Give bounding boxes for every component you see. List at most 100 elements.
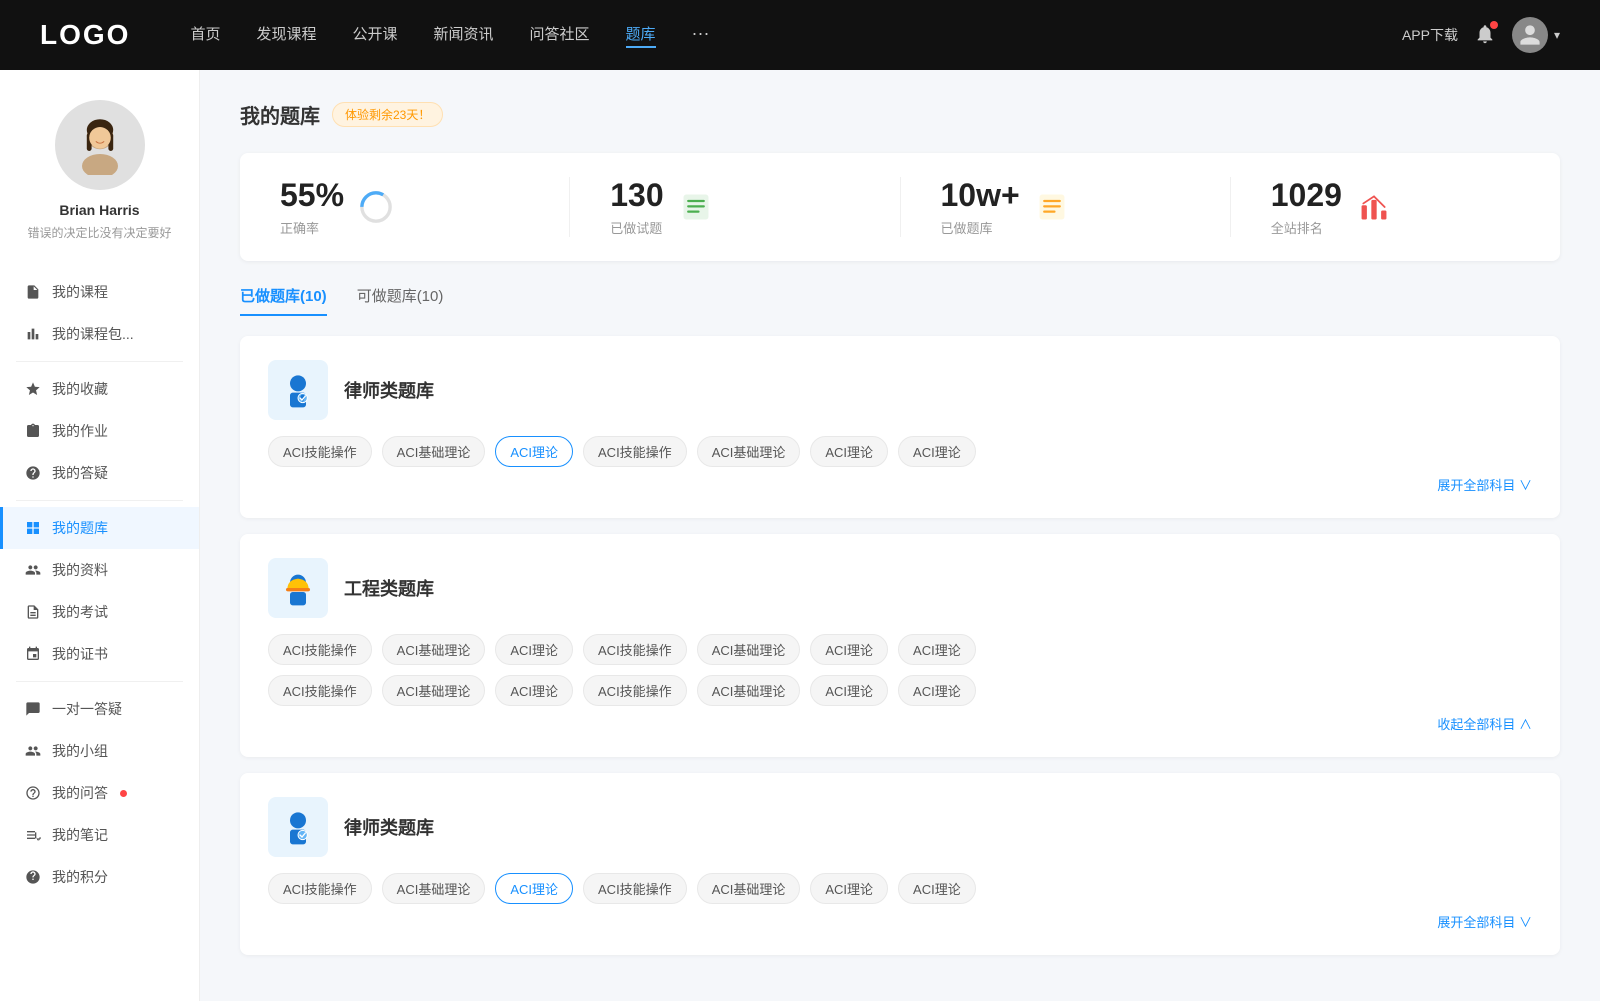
user-profile: Brian Harris 错误的决定比没有决定要好 [0, 100, 199, 261]
stat-accuracy-value: 55% [280, 177, 344, 214]
stat-banks-text: 10w+ 已做题库 [941, 177, 1020, 237]
sidebar-item-question-bank[interactable]: 我的题库 [0, 507, 199, 549]
notification-bell[interactable] [1474, 23, 1496, 48]
group-icon [24, 742, 42, 760]
sidebar-label-questions: 我的问答 [52, 783, 108, 803]
bank-card-2-collapse[interactable]: 收起全部科目 ∧ [268, 714, 1532, 733]
nav-open-course[interactable]: 公开课 [352, 23, 397, 48]
tag-2-7[interactable]: ACI技能操作 [268, 675, 372, 706]
sidebar-item-exam[interactable]: 我的考试 [0, 591, 199, 633]
sidebar-label-notes: 我的笔记 [52, 825, 108, 845]
stat-banks-value: 10w+ [941, 177, 1020, 214]
sidebar-sep-1 [16, 361, 183, 362]
bank-card-1-expand[interactable]: 展开全部科目 ∨ [268, 475, 1532, 494]
bank-card-2: 工程类题库 ACI技能操作 ACI基础理论 ACI理论 ACI技能操作 ACI基… [240, 534, 1560, 757]
tag-2-6[interactable]: ACI理论 [898, 634, 976, 665]
main-content: 我的题库 体验剩余23天！ 55% 正确率 [200, 70, 1600, 1001]
stat-rank-text: 1029 全站排名 [1271, 177, 1342, 237]
questions-notification-dot [120, 790, 127, 797]
tag-2-3[interactable]: ACI技能操作 [583, 634, 687, 665]
tag-2-0[interactable]: ACI技能操作 [268, 634, 372, 665]
sidebar: Brian Harris 错误的决定比没有决定要好 我的课程 我的课程包... [0, 70, 200, 1001]
tag-2-10[interactable]: ACI技能操作 [583, 675, 687, 706]
sidebar-label-packages: 我的课程包... [52, 324, 134, 344]
tag-3-3[interactable]: ACI技能操作 [583, 873, 687, 904]
bank-card-3-expand[interactable]: 展开全部科目 ∨ [268, 912, 1532, 931]
tag-2-1[interactable]: ACI基础理论 [382, 634, 486, 665]
sidebar-label-exam: 我的考试 [52, 602, 108, 622]
sidebar-item-one-on-one[interactable]: 一对一答疑 [0, 688, 199, 730]
page-container: Brian Harris 错误的决定比没有决定要好 我的课程 我的课程包... [0, 0, 1600, 1001]
tag-2-13[interactable]: ACI理论 [898, 675, 976, 706]
tag-3-1[interactable]: ACI基础理论 [382, 873, 486, 904]
sidebar-item-group[interactable]: 我的小组 [0, 730, 199, 772]
sidebar-label-certificate: 我的证书 [52, 644, 108, 664]
nav-qa[interactable]: 问答社区 [530, 23, 590, 48]
bank-card-1-icon [268, 360, 328, 420]
tag-2-5[interactable]: ACI理论 [810, 634, 888, 665]
tag-3-5[interactable]: ACI理论 [810, 873, 888, 904]
points-icon [24, 868, 42, 886]
tag-2-11[interactable]: ACI基础理论 [697, 675, 801, 706]
tag-3-0[interactable]: ACI技能操作 [268, 873, 372, 904]
stat-accuracy: 55% 正确率 [240, 177, 570, 237]
bank-card-3-tags: ACI技能操作 ACI基础理论 ACI理论 ACI技能操作 ACI基础理论 AC… [268, 873, 1532, 904]
tag-2-12[interactable]: ACI理论 [810, 675, 888, 706]
done-questions-icon [678, 189, 714, 225]
sidebar-label-favorites: 我的收藏 [52, 379, 108, 399]
tag-1-5[interactable]: ACI理论 [810, 436, 888, 467]
app-download-link[interactable]: APP下载 [1402, 25, 1458, 45]
sidebar-item-profile[interactable]: 我的资料 [0, 549, 199, 591]
sidebar-item-courses[interactable]: 我的课程 [0, 271, 199, 313]
sidebar-item-qa[interactable]: 我的答疑 [0, 452, 199, 494]
logo[interactable]: LOGO [40, 19, 130, 51]
user-name: Brian Harris [59, 202, 139, 218]
sidebar-item-certificate[interactable]: 我的证书 [0, 633, 199, 675]
sidebar-label-courses: 我的课程 [52, 282, 108, 302]
sidebar-item-notes[interactable]: 我的笔记 [0, 814, 199, 856]
tag-3-6[interactable]: ACI理论 [898, 873, 976, 904]
sidebar-item-points[interactable]: 我的积分 [0, 856, 199, 898]
sidebar-label-points: 我的积分 [52, 867, 108, 887]
tag-2-4[interactable]: ACI基础理论 [697, 634, 801, 665]
rank-icon [1356, 189, 1392, 225]
tag-1-3[interactable]: ACI技能操作 [583, 436, 687, 467]
bank-card-3-title: 律师类题库 [344, 814, 434, 840]
nav-discover[interactable]: 发现课程 [256, 23, 316, 48]
stat-rank: 1029 全站排名 [1231, 177, 1560, 237]
nav-news[interactable]: 新闻资讯 [434, 23, 494, 48]
tag-2-8[interactable]: ACI基础理论 [382, 675, 486, 706]
chat-icon [24, 700, 42, 718]
tag-1-2[interactable]: ACI理论 [495, 436, 573, 467]
sidebar-item-packages[interactable]: 我的课程包... [0, 313, 199, 355]
bank-card-3: 律师类题库 ACI技能操作 ACI基础理论 ACI理论 ACI技能操作 ACI基… [240, 773, 1560, 955]
sidebar-item-homework[interactable]: 我的作业 [0, 410, 199, 452]
stat-accuracy-label: 正确率 [280, 218, 344, 237]
bank-card-3-header: 律师类题库 [268, 797, 1532, 857]
user-avatar-menu[interactable]: ▾ [1512, 17, 1560, 53]
nav-more[interactable]: ··· [692, 23, 710, 48]
done-banks-icon [1034, 189, 1070, 225]
nav-home[interactable]: 首页 [190, 23, 220, 48]
sidebar-item-favorites[interactable]: 我的收藏 [0, 368, 199, 410]
tab-done-banks[interactable]: 已做题库(10) [240, 285, 327, 316]
avatar-chevron: ▾ [1554, 28, 1560, 42]
person-icon [24, 561, 42, 579]
star-icon [24, 380, 42, 398]
tag-2-9[interactable]: ACI理论 [495, 675, 573, 706]
tag-3-2[interactable]: ACI理论 [495, 873, 573, 904]
tag-3-4[interactable]: ACI基础理论 [697, 873, 801, 904]
tag-1-1[interactable]: ACI基础理论 [382, 436, 486, 467]
stats-row: 55% 正确率 130 已做试题 [240, 153, 1560, 261]
question-icon [24, 464, 42, 482]
clipboard-icon [24, 422, 42, 440]
nav-question-bank[interactable]: 题库 [626, 23, 656, 48]
tab-available-banks[interactable]: 可做题库(10) [357, 285, 444, 316]
chart-bar-icon [24, 325, 42, 343]
tag-1-0[interactable]: ACI技能操作 [268, 436, 372, 467]
tag-1-6[interactable]: ACI理论 [898, 436, 976, 467]
tag-2-2[interactable]: ACI理论 [495, 634, 573, 665]
sidebar-item-questions[interactable]: 我的问答 [0, 772, 199, 814]
navbar: LOGO 首页 发现课程 公开课 新闻资讯 问答社区 题库 ··· APP下载 … [0, 0, 1600, 70]
tag-1-4[interactable]: ACI基础理论 [697, 436, 801, 467]
